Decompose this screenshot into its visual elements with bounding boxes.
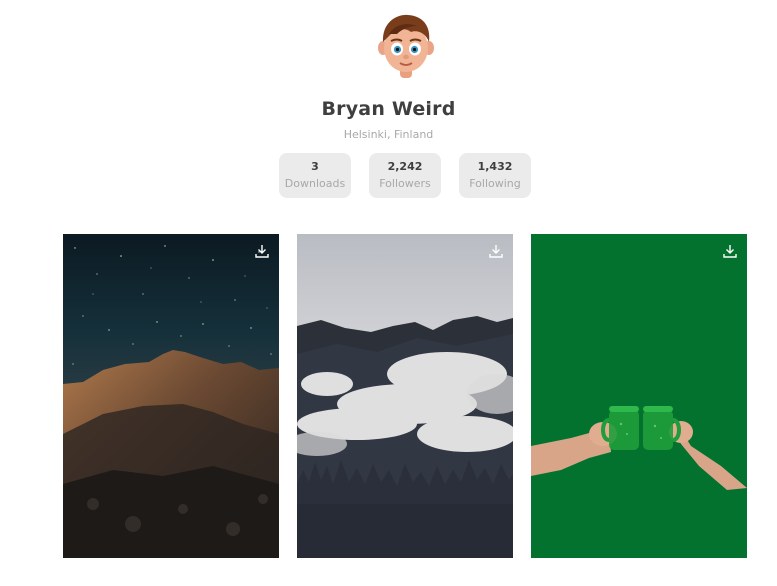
cartoon-boy-avatar-icon — [378, 14, 434, 78]
profile-location: Helsinki, Finland — [343, 128, 434, 141]
photo-card[interactable] — [63, 234, 279, 558]
misty-forest-photo — [297, 234, 513, 558]
stat-label: Downloads — [284, 177, 346, 190]
download-icon[interactable] — [254, 243, 270, 259]
stat-followers[interactable]: 2,242 Followers — [369, 153, 441, 198]
green-beer-toast-photo — [531, 234, 747, 558]
stat-label: Following — [469, 177, 521, 190]
avatar — [377, 12, 435, 84]
photo-card[interactable] — [297, 234, 513, 558]
starry-mountain-photo — [63, 234, 279, 558]
stat-downloads[interactable]: 3 Downloads — [279, 153, 351, 198]
stat-following[interactable]: 1,432 Following — [459, 153, 531, 198]
photo-card[interactable] — [531, 234, 747, 558]
download-icon[interactable] — [722, 243, 738, 259]
download-icon[interactable] — [488, 243, 504, 259]
stat-value: 2,242 — [387, 160, 423, 173]
profile-name: Bryan Weird — [321, 98, 456, 120]
stat-label: Followers — [379, 177, 431, 190]
stat-value: 1,432 — [477, 160, 513, 173]
stat-value: 3 — [311, 160, 319, 173]
